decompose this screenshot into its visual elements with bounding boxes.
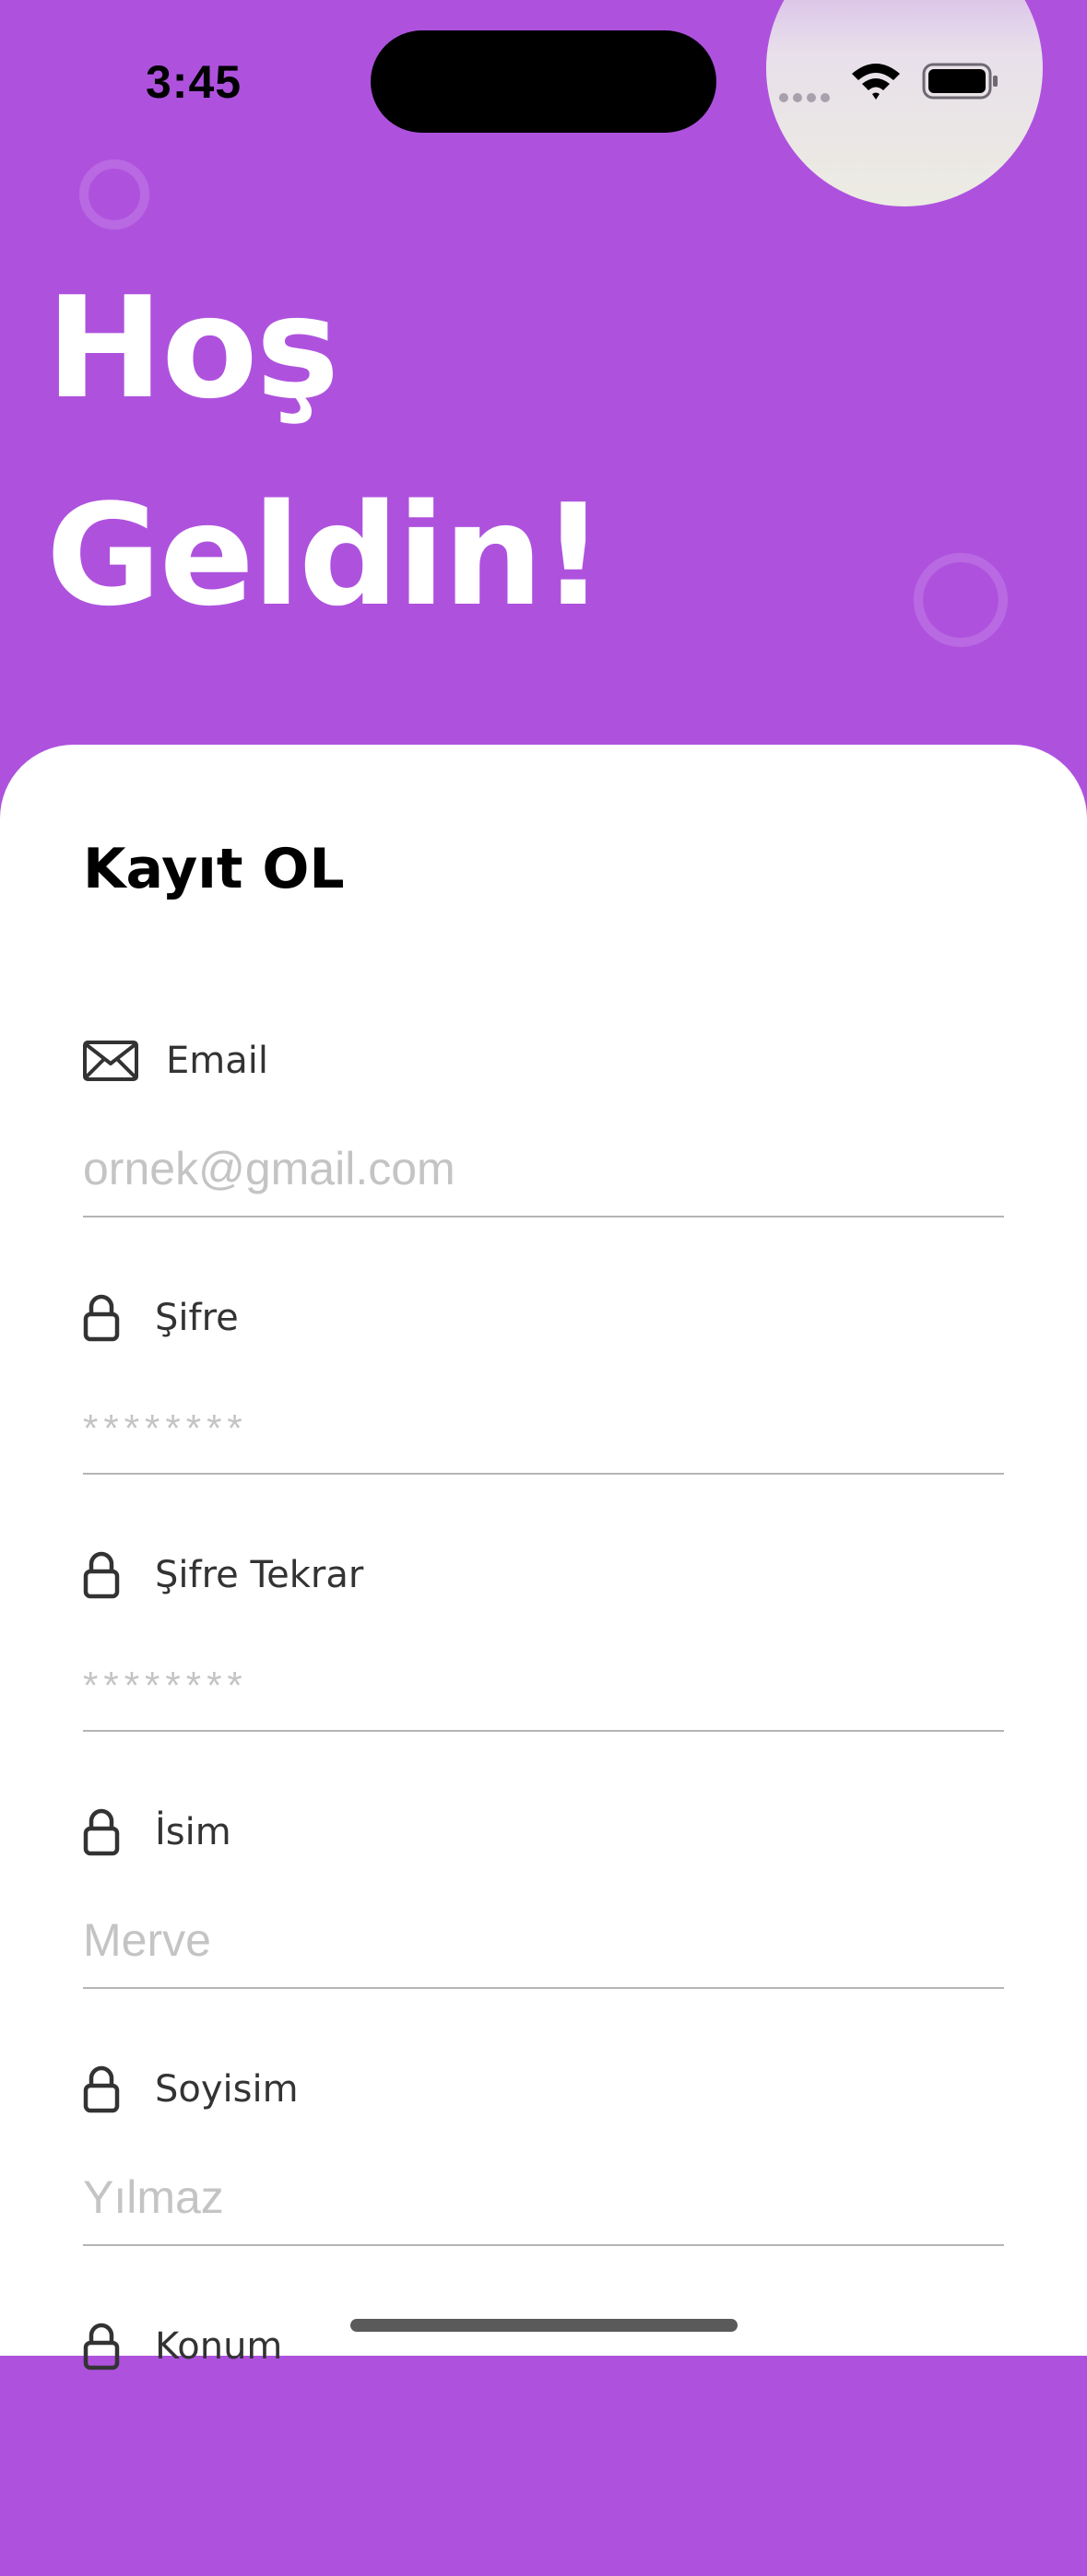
lock-icon xyxy=(83,1547,144,1603)
first-name-label-row: İsim xyxy=(83,1805,231,1860)
battery-icon xyxy=(922,63,999,103)
decor-ring xyxy=(914,553,1008,647)
last-name-input[interactable] xyxy=(83,2165,1004,2229)
last-name-field: Soyisim xyxy=(83,2062,1004,2319)
password-field: Şifre xyxy=(83,1290,1004,1547)
last-name-underline xyxy=(83,2244,1004,2246)
password-repeat-underline xyxy=(83,1730,1004,1732)
lock-icon xyxy=(83,2319,144,2374)
password-repeat-input[interactable] xyxy=(83,1651,1004,1715)
first-name-input[interactable] xyxy=(83,1908,1004,1972)
location-label-row: Konum xyxy=(83,2319,282,2374)
lock-icon xyxy=(83,1805,144,1860)
first-name-field: İsim xyxy=(83,1805,1004,2062)
form-title: Kayıt OL xyxy=(83,837,345,901)
location-label: Konum xyxy=(155,2325,283,2368)
status-time: 3:45 xyxy=(146,56,242,108)
password-label: Şifre xyxy=(155,1297,239,1339)
status-bubble xyxy=(766,0,1043,206)
password-repeat-field: Şifre Tekrar xyxy=(83,1547,1004,1805)
welcome-line-1: Hoş xyxy=(46,266,339,429)
email-label-row: Email xyxy=(83,1033,268,1088)
password-input[interactable] xyxy=(83,1394,1004,1458)
dynamic-island xyxy=(371,30,716,133)
home-indicator[interactable] xyxy=(350,2319,738,2332)
welcome-heading: Hoş Geldin! xyxy=(46,244,605,659)
last-name-label: Soyisim xyxy=(155,2068,299,2111)
signup-card: Kayıt OL Email Şifre xyxy=(0,745,1087,2370)
password-underline xyxy=(83,1473,1004,1475)
location-field: Konum xyxy=(83,2319,1004,2576)
email-underline xyxy=(83,1216,1004,1217)
wifi-icon xyxy=(848,59,904,105)
lock-icon xyxy=(83,2062,144,2117)
password-repeat-label: Şifre Tekrar xyxy=(155,1554,364,1596)
last-name-label-row: Soyisim xyxy=(83,2062,299,2117)
welcome-line-2: Geldin! xyxy=(46,474,605,637)
email-input[interactable] xyxy=(83,1136,1004,1201)
password-repeat-label-row: Şifre Tekrar xyxy=(83,1547,363,1603)
email-field: Email xyxy=(83,1033,1004,1290)
email-label: Email xyxy=(166,1040,268,1082)
mail-icon xyxy=(83,1033,144,1088)
password-label-row: Şifre xyxy=(83,1290,239,1346)
decor-ring xyxy=(79,159,149,229)
first-name-label: İsim xyxy=(155,1811,231,1853)
lock-icon xyxy=(83,1290,144,1346)
first-name-underline xyxy=(83,1987,1004,1989)
signal-icon xyxy=(779,88,834,102)
status-bar: 3:45 xyxy=(0,0,1087,206)
